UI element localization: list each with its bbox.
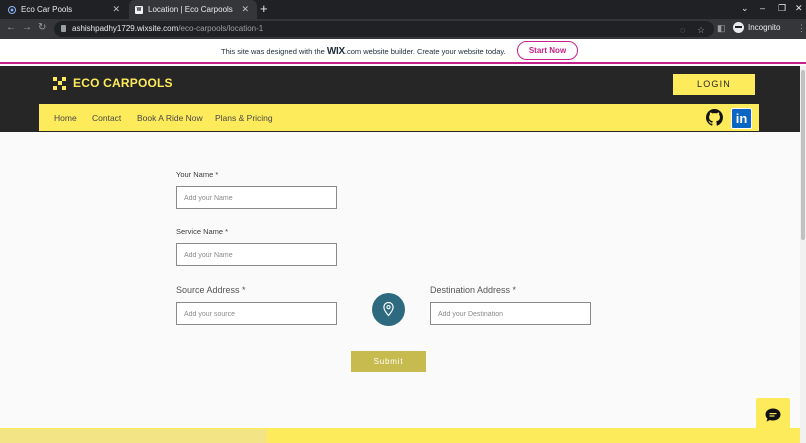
destination-address-input[interactable] bbox=[431, 304, 590, 325]
side-panel-icon[interactable]: ◧ bbox=[717, 23, 726, 34]
wix-promo-banner: This site was designed with the WIX.com … bbox=[0, 39, 806, 64]
wix-favicon-icon: W bbox=[135, 5, 143, 14]
logo-text: ECO CARPOOLS bbox=[73, 76, 173, 90]
bookmark-star-icon[interactable]: ☆ bbox=[697, 25, 705, 36]
your-name-input[interactable] bbox=[177, 188, 336, 209]
forward-icon[interactable]: → bbox=[22, 22, 32, 33]
footer-overlay bbox=[0, 429, 267, 443]
lock-icon bbox=[61, 25, 66, 32]
chat-bubble-icon bbox=[765, 408, 781, 422]
incognito-label: Incognito bbox=[748, 23, 781, 32]
minimize-icon[interactable]: – bbox=[760, 3, 765, 13]
source-address-label: Source Address * bbox=[176, 285, 246, 295]
location-pin-button[interactable] bbox=[372, 293, 405, 326]
your-name-field[interactable] bbox=[176, 186, 337, 209]
service-name-label: Service Name * bbox=[176, 227, 229, 236]
close-tab-icon[interactable]: ✕ bbox=[241, 4, 249, 15]
browser-tab-strip: Eco Car Pools ✕ W Location | Eco Carpool… bbox=[0, 0, 806, 19]
source-address-field[interactable] bbox=[176, 302, 337, 325]
browser-toolbar: ← → ↻ ashishpadhy1729.wixsite.com/eco-ca… bbox=[0, 19, 806, 39]
scrollbar-thumb[interactable] bbox=[801, 70, 805, 240]
incognito-indicator[interactable]: Incognito bbox=[733, 22, 780, 33]
github-icon[interactable] bbox=[706, 109, 723, 126]
close-window-icon[interactable]: ✕ bbox=[795, 3, 803, 14]
destination-address-label: Destination Address * bbox=[430, 285, 517, 295]
login-button[interactable]: LOGIN bbox=[673, 74, 755, 95]
checker-logo-icon bbox=[53, 76, 66, 90]
nav-home[interactable]: Home bbox=[54, 113, 77, 123]
source-address-input[interactable] bbox=[177, 304, 336, 325]
settings-favicon-icon bbox=[8, 5, 16, 14]
wix-logo: WIX bbox=[326, 46, 345, 57]
restore-icon[interactable]: ❐ bbox=[778, 3, 786, 14]
site-logo[interactable]: ECO CARPOOLS bbox=[53, 76, 173, 90]
destination-address-field[interactable] bbox=[430, 302, 591, 325]
tab-title: Location | Eco Carpools bbox=[148, 5, 233, 14]
new-tab-icon[interactable]: + bbox=[260, 1, 268, 16]
tab-title: Eco Car Pools bbox=[21, 5, 73, 14]
kebab-menu-icon[interactable]: ⋮ bbox=[797, 23, 806, 34]
service-name-field[interactable] bbox=[176, 243, 337, 266]
map-pin-icon bbox=[383, 301, 394, 317]
eye-off-icon[interactable]: ◌ bbox=[680, 25, 685, 35]
wix-banner-text: This site was designed with the WIX.com … bbox=[221, 46, 506, 57]
nav-plans-pricing[interactable]: Plans & Pricing bbox=[215, 113, 273, 123]
tab-search-chevron-icon[interactable]: ⌄ bbox=[741, 3, 749, 14]
submit-button[interactable]: Submit bbox=[351, 351, 426, 372]
your-name-label: Your Name * bbox=[176, 170, 219, 179]
nav-contact[interactable]: Contact bbox=[92, 113, 121, 123]
tab-eco-car-pools[interactable]: Eco Car Pools ✕ bbox=[0, 0, 128, 19]
address-bar[interactable]: ashishpadhy1729.wixsite.com/eco-carpools… bbox=[54, 21, 714, 37]
start-now-button[interactable]: Start Now bbox=[517, 41, 578, 60]
site-header: ECO CARPOOLS LOGIN Home Contact Book A R… bbox=[0, 66, 800, 132]
chat-widget-button[interactable] bbox=[756, 398, 790, 432]
service-name-input[interactable] bbox=[177, 245, 336, 266]
tab-location[interactable]: W Location | Eco Carpools ✕ bbox=[129, 0, 257, 19]
reload-icon[interactable]: ↻ bbox=[38, 22, 46, 33]
main-nav: Home Contact Book A Ride Now Plans & Pri… bbox=[39, 104, 759, 131]
linkedin-icon[interactable]: in bbox=[731, 108, 752, 129]
incognito-icon bbox=[733, 22, 744, 33]
url-text: ashishpadhy1729.wixsite.com/eco-carpools… bbox=[72, 24, 264, 33]
back-icon[interactable]: ← bbox=[6, 22, 16, 33]
nav-book-a-ride[interactable]: Book A Ride Now bbox=[137, 113, 203, 123]
close-tab-icon[interactable]: ✕ bbox=[112, 4, 120, 15]
